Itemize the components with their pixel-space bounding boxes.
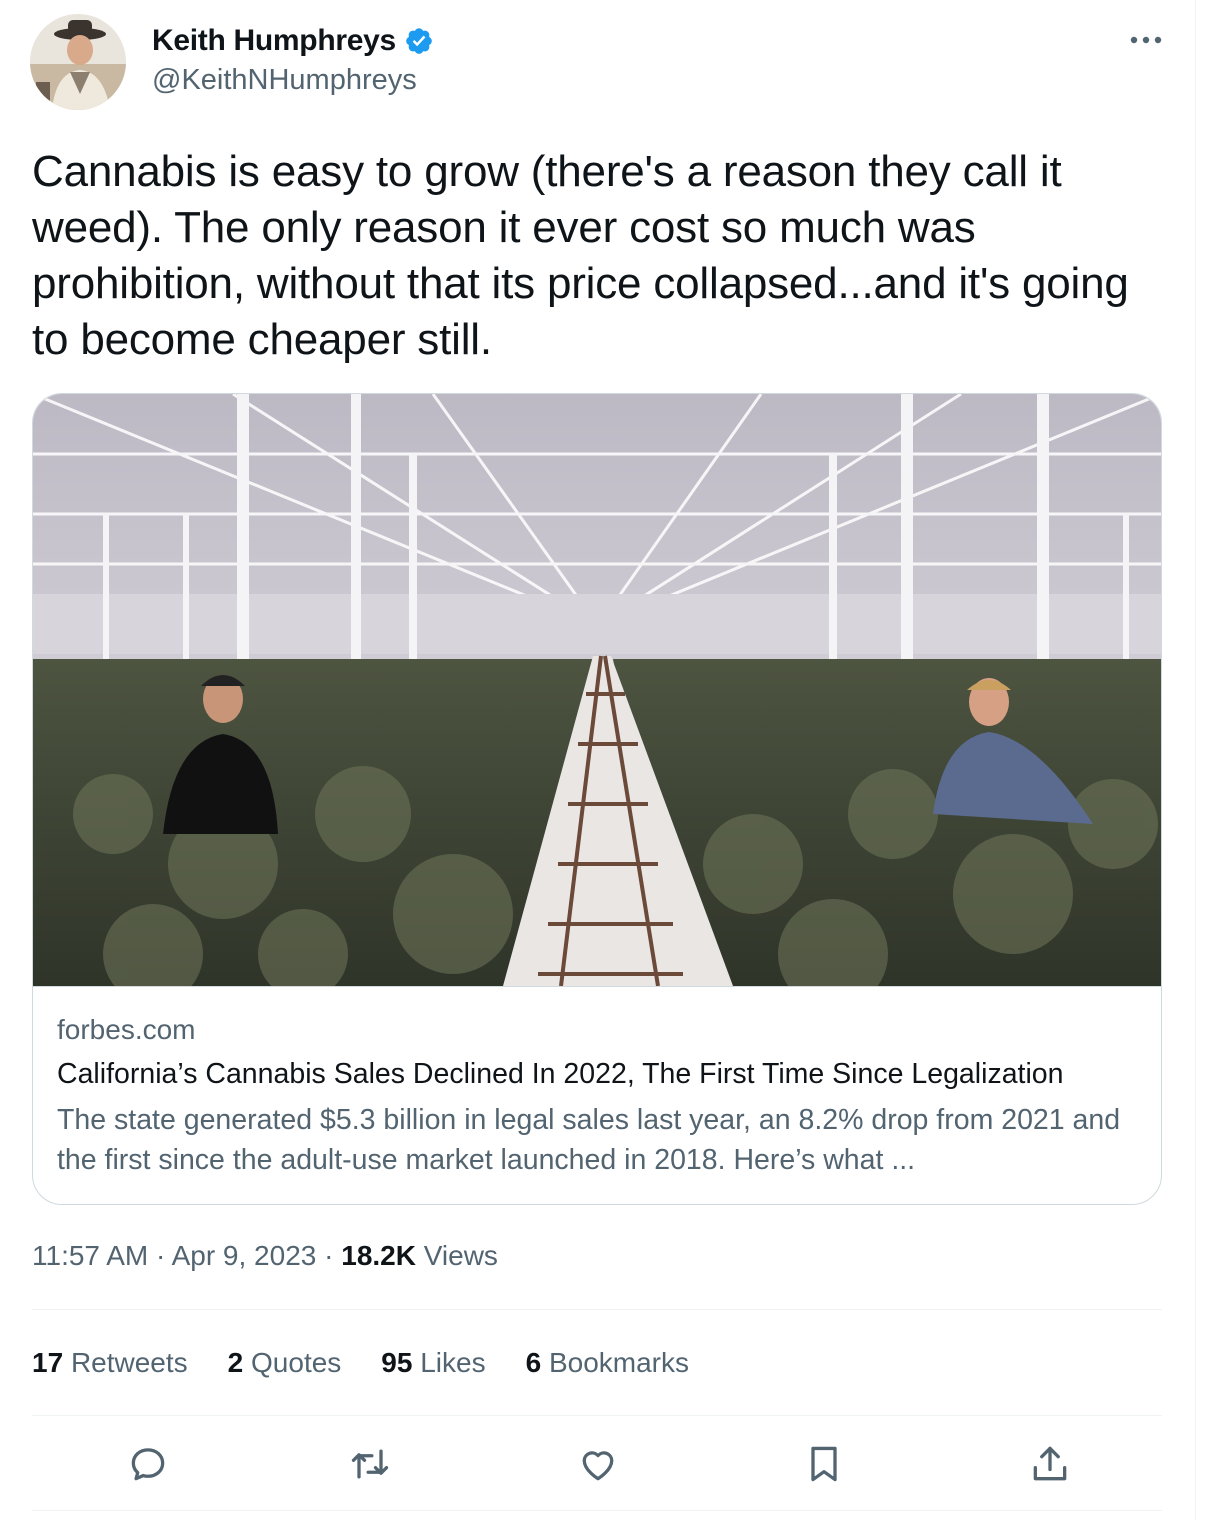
- retweets-label: Retweets: [70, 1347, 188, 1378]
- card-description: The state generated $5.3 billion in lega…: [57, 1104, 1121, 1176]
- reply-icon[interactable]: [126, 1442, 170, 1486]
- divider: [32, 1415, 1162, 1416]
- likes-count: 95: [381, 1347, 413, 1378]
- card-domain: forbes.com: [57, 1014, 196, 1045]
- bookmark-icon[interactable]: [802, 1442, 846, 1486]
- meta-separator: ·: [156, 1240, 166, 1271]
- tweet-text: Cannabis is easy to grow (there's a reas…: [32, 147, 1129, 364]
- bookmarks-stat[interactable]: 6 Bookmarks: [526, 1347, 689, 1379]
- quotes-label: Quotes: [251, 1347, 342, 1378]
- share-icon[interactable]: [1028, 1442, 1072, 1486]
- quotes-stat[interactable]: 2 Quotes: [228, 1347, 342, 1379]
- avatar[interactable]: [30, 14, 126, 110]
- like-icon[interactable]: [576, 1442, 620, 1486]
- link-card[interactable]: forbes.com California’s Cannabis Sales D…: [32, 393, 1162, 1205]
- author-handle[interactable]: @KeithNHumphreys: [152, 64, 417, 97]
- views-count: 18.2K: [341, 1240, 416, 1271]
- card-title: California’s Cannabis Sales Declined In …: [57, 1058, 1064, 1090]
- column-divider: [1195, 0, 1196, 1520]
- verified-badge-icon: [406, 28, 432, 54]
- tweet-time[interactable]: 11:57 AM: [32, 1240, 148, 1271]
- tweet-meta: 11:57 AM · Apr 9, 2023 · 18.2K Views: [32, 1240, 498, 1272]
- author-name[interactable]: Keith Humphreys: [152, 24, 396, 58]
- bookmarks-label: Bookmarks: [548, 1347, 690, 1378]
- meta-separator: ·: [324, 1240, 334, 1271]
- card-image: [33, 394, 1161, 987]
- more-options-icon[interactable]: [1126, 30, 1166, 50]
- divider: [32, 1510, 1162, 1511]
- divider: [32, 1309, 1162, 1310]
- retweets-stat[interactable]: 17 Retweets: [32, 1347, 188, 1379]
- likes-stat[interactable]: 95 Likes: [381, 1347, 485, 1379]
- author-name-row[interactable]: Keith Humphreys: [152, 24, 434, 58]
- likes-label: Likes: [420, 1347, 486, 1378]
- engagement-stats: 17 Retweets 2 Quotes 95 Likes 6 Bookmark…: [32, 1347, 729, 1379]
- bookmarks-count: 6: [525, 1347, 542, 1378]
- quotes-count: 2: [227, 1347, 244, 1378]
- views-label: Views: [423, 1240, 498, 1271]
- retweets-count: 17: [32, 1347, 64, 1378]
- retweet-icon[interactable]: [348, 1442, 392, 1486]
- tweet-date[interactable]: Apr 9, 2023: [172, 1240, 317, 1271]
